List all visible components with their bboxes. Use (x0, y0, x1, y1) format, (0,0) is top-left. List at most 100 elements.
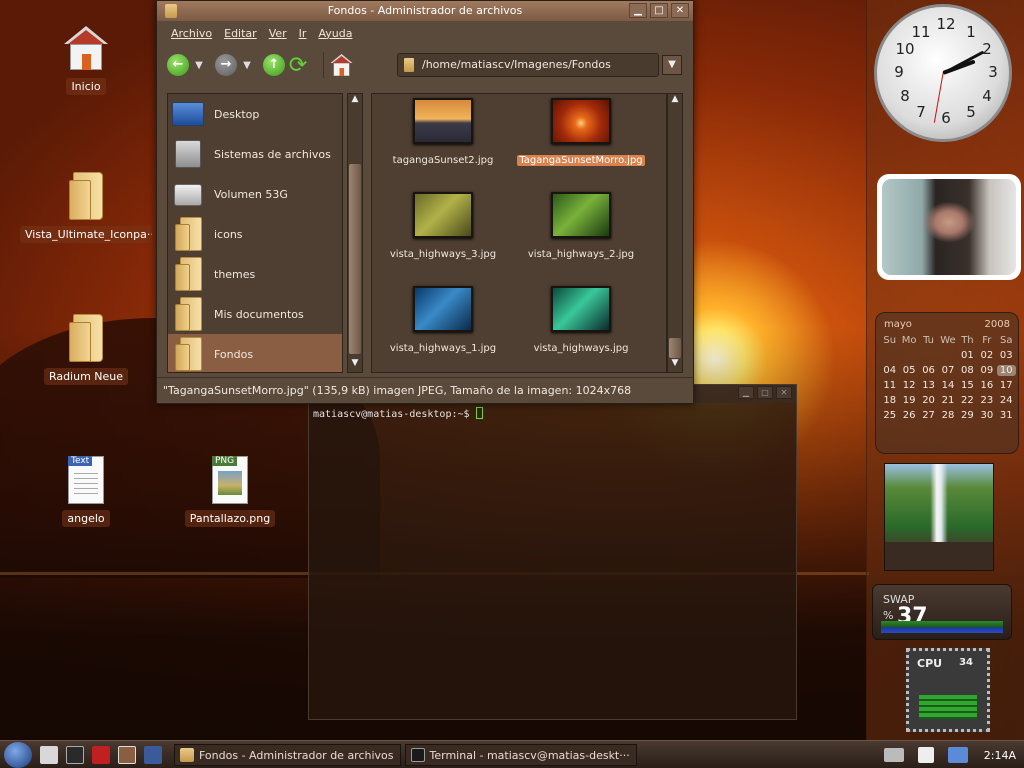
menu-ver[interactable]: Ver (269, 27, 287, 40)
calendar-day[interactable]: 05 (899, 365, 918, 376)
calendar-day[interactable]: 07 (938, 365, 957, 376)
sidebar-item-volume[interactable]: Volumen 53G (168, 174, 342, 214)
calendar-day[interactable]: 20 (919, 395, 938, 406)
show-desktop-icon[interactable] (144, 745, 162, 764)
menu-editar[interactable]: Editar (224, 27, 257, 40)
sidebar-item-themes[interactable]: themes (168, 254, 342, 294)
terminal-window[interactable]: ▁ □ ✕ matiascv@matias-desktop:~$ (308, 384, 797, 720)
app-launcher-icon[interactable] (92, 745, 110, 764)
calendar-day[interactable]: 24 (997, 395, 1016, 406)
file-item[interactable]: vista_highways_2.jpg (512, 192, 650, 260)
close-button[interactable]: ✕ (671, 3, 689, 18)
sidebar-item-desktop[interactable]: Desktop (168, 94, 342, 134)
scroll-down-arrow[interactable]: ▼ (668, 358, 682, 372)
taskbar-clock[interactable]: 2:14A (984, 749, 1016, 762)
display-icon[interactable] (947, 747, 968, 763)
maximize-button[interactable]: □ (650, 3, 668, 18)
calendar-day[interactable]: 19 (899, 395, 918, 406)
calendar-day[interactable]: 02 (977, 350, 996, 361)
calendar-day[interactable]: 08 (958, 365, 977, 376)
calendar-day[interactable]: 06 (919, 365, 938, 376)
file-grid-scrollbar[interactable]: ▲ ▼ (667, 93, 683, 373)
location-dropdown-button[interactable]: ▼ (662, 55, 682, 75)
window-titlebar[interactable]: Fondos - Administrador de archivos ▁ □ ✕ (157, 1, 693, 21)
sidebar-scrollbar[interactable]: ▲ ▼ (347, 93, 363, 373)
calendar-day[interactable]: 22 (958, 395, 977, 406)
calendar-day[interactable] (938, 350, 957, 361)
calendar-day[interactable]: 15 (958, 380, 977, 391)
file-manager-window[interactable]: Fondos - Administrador de archivos ▁ □ ✕… (156, 0, 694, 404)
slideshow-gadget[interactable] (884, 463, 994, 571)
calendar-day[interactable]: 29 (958, 410, 977, 421)
home-icon[interactable] (40, 745, 58, 764)
file-item-selected[interactable]: TagangaSunsetMorro.jpg (512, 98, 650, 166)
calendar-day[interactable]: 04 (880, 365, 899, 376)
refresh-button[interactable]: ⟳ (285, 53, 311, 78)
calendar-day[interactable]: 11 (880, 380, 899, 391)
minimize-button[interactable]: ▁ (738, 386, 754, 399)
sidebar-item-fondos[interactable]: Fondos (168, 334, 342, 372)
calendar-day[interactable]: 25 (880, 410, 899, 421)
calendar-day[interactable]: 03 (997, 350, 1016, 361)
task-terminal[interactable]: Terminal - matiascv@matias-deskt··· (404, 743, 637, 766)
calendar-day[interactable]: 17 (997, 380, 1016, 391)
calendar-day[interactable]: 27 (919, 410, 938, 421)
calendar-day[interactable]: 16 (977, 380, 996, 391)
scroll-up-arrow[interactable]: ▲ (668, 94, 682, 108)
up-button[interactable]: ↑ (263, 54, 285, 76)
forward-history-dropdown[interactable]: ▼ (237, 60, 257, 71)
calendar-day[interactable] (899, 350, 918, 361)
terminal-prompt: matiascv@matias-desktop:~$ (313, 409, 470, 420)
calendar-day[interactable]: 26 (899, 410, 918, 421)
desktop-icon-angelo[interactable]: Text angelo (16, 456, 156, 530)
home-button[interactable] (330, 54, 353, 76)
file-item[interactable]: vista_highways_3.jpg (374, 192, 512, 260)
file-item[interactable]: vista_highways_1.jpg (374, 286, 512, 354)
network-icon[interactable] (883, 748, 904, 762)
terminal-icon[interactable] (66, 745, 84, 764)
menu-ir[interactable]: Ir (299, 27, 307, 40)
minimize-button[interactable]: ▁ (629, 3, 647, 18)
calendar-day[interactable]: 13 (919, 380, 938, 391)
calendar-day[interactable] (919, 350, 938, 361)
calendar-day[interactable]: 12 (899, 380, 918, 391)
desktop-icon-radium-neue[interactable]: Radium Neue (16, 314, 156, 388)
calendar-day[interactable]: 28 (938, 410, 957, 421)
close-button[interactable]: ✕ (776, 386, 792, 399)
sidebar-item-icons[interactable]: icons (168, 214, 342, 254)
sidebar-item-filesystem[interactable]: Sistemas de archivos (168, 134, 342, 174)
menu-archivo[interactable]: Archivo (171, 27, 212, 40)
calendar-day[interactable]: 23 (977, 395, 996, 406)
calendar-day[interactable]: 10 (996, 365, 1016, 376)
scrollbar-thumb[interactable] (349, 164, 361, 354)
menu-ayuda[interactable]: Ayuda (318, 27, 352, 40)
calendar-day[interactable] (880, 350, 899, 361)
desktop-icon-pantallazo[interactable]: PNG Pantallazo.png (160, 456, 300, 530)
calendar-day[interactable]: 09 (977, 365, 996, 376)
calendar-icon[interactable] (917, 747, 934, 763)
location-bar[interactable]: /home/matiascv/Imagenes/Fondos (397, 53, 659, 77)
desktop-icon-inicio[interactable]: Inicio (16, 26, 156, 98)
calendar-day[interactable]: 18 (880, 395, 899, 406)
calendar-day[interactable]: 21 (938, 395, 957, 406)
calendar-day[interactable]: 31 (997, 410, 1016, 421)
desktop-icon-vista-folder[interactable]: Vista_Ultimate_Iconpa··· (16, 172, 156, 246)
back-history-dropdown[interactable]: ▼ (189, 60, 209, 71)
calendar-day[interactable]: 14 (938, 380, 957, 391)
terminal-output[interactable]: matiascv@matias-desktop:~$ (309, 403, 796, 424)
desktop-switcher-icon[interactable] (118, 745, 136, 764)
task-file-manager[interactable]: Fondos - Administrador de archivos (174, 743, 401, 766)
forward-button[interactable]: → (215, 54, 237, 76)
scroll-up-arrow[interactable]: ▲ (348, 94, 362, 108)
file-item[interactable]: vista_highways.jpg (512, 286, 650, 354)
calendar-day[interactable]: 30 (977, 410, 996, 421)
maximize-button[interactable]: □ (757, 386, 773, 399)
sidebar-item-mis-documentos[interactable]: Mis documentos (168, 294, 342, 334)
start-menu-button[interactable] (4, 741, 32, 768)
scroll-down-arrow[interactable]: ▼ (348, 358, 362, 372)
calendar-day[interactable]: 01 (958, 350, 977, 361)
scrollbar-thumb[interactable] (669, 338, 681, 358)
back-button[interactable]: ← (167, 54, 189, 76)
file-item[interactable]: tagangaSunset2.jpg (374, 98, 512, 166)
photo-gadget[interactable] (877, 174, 1021, 280)
